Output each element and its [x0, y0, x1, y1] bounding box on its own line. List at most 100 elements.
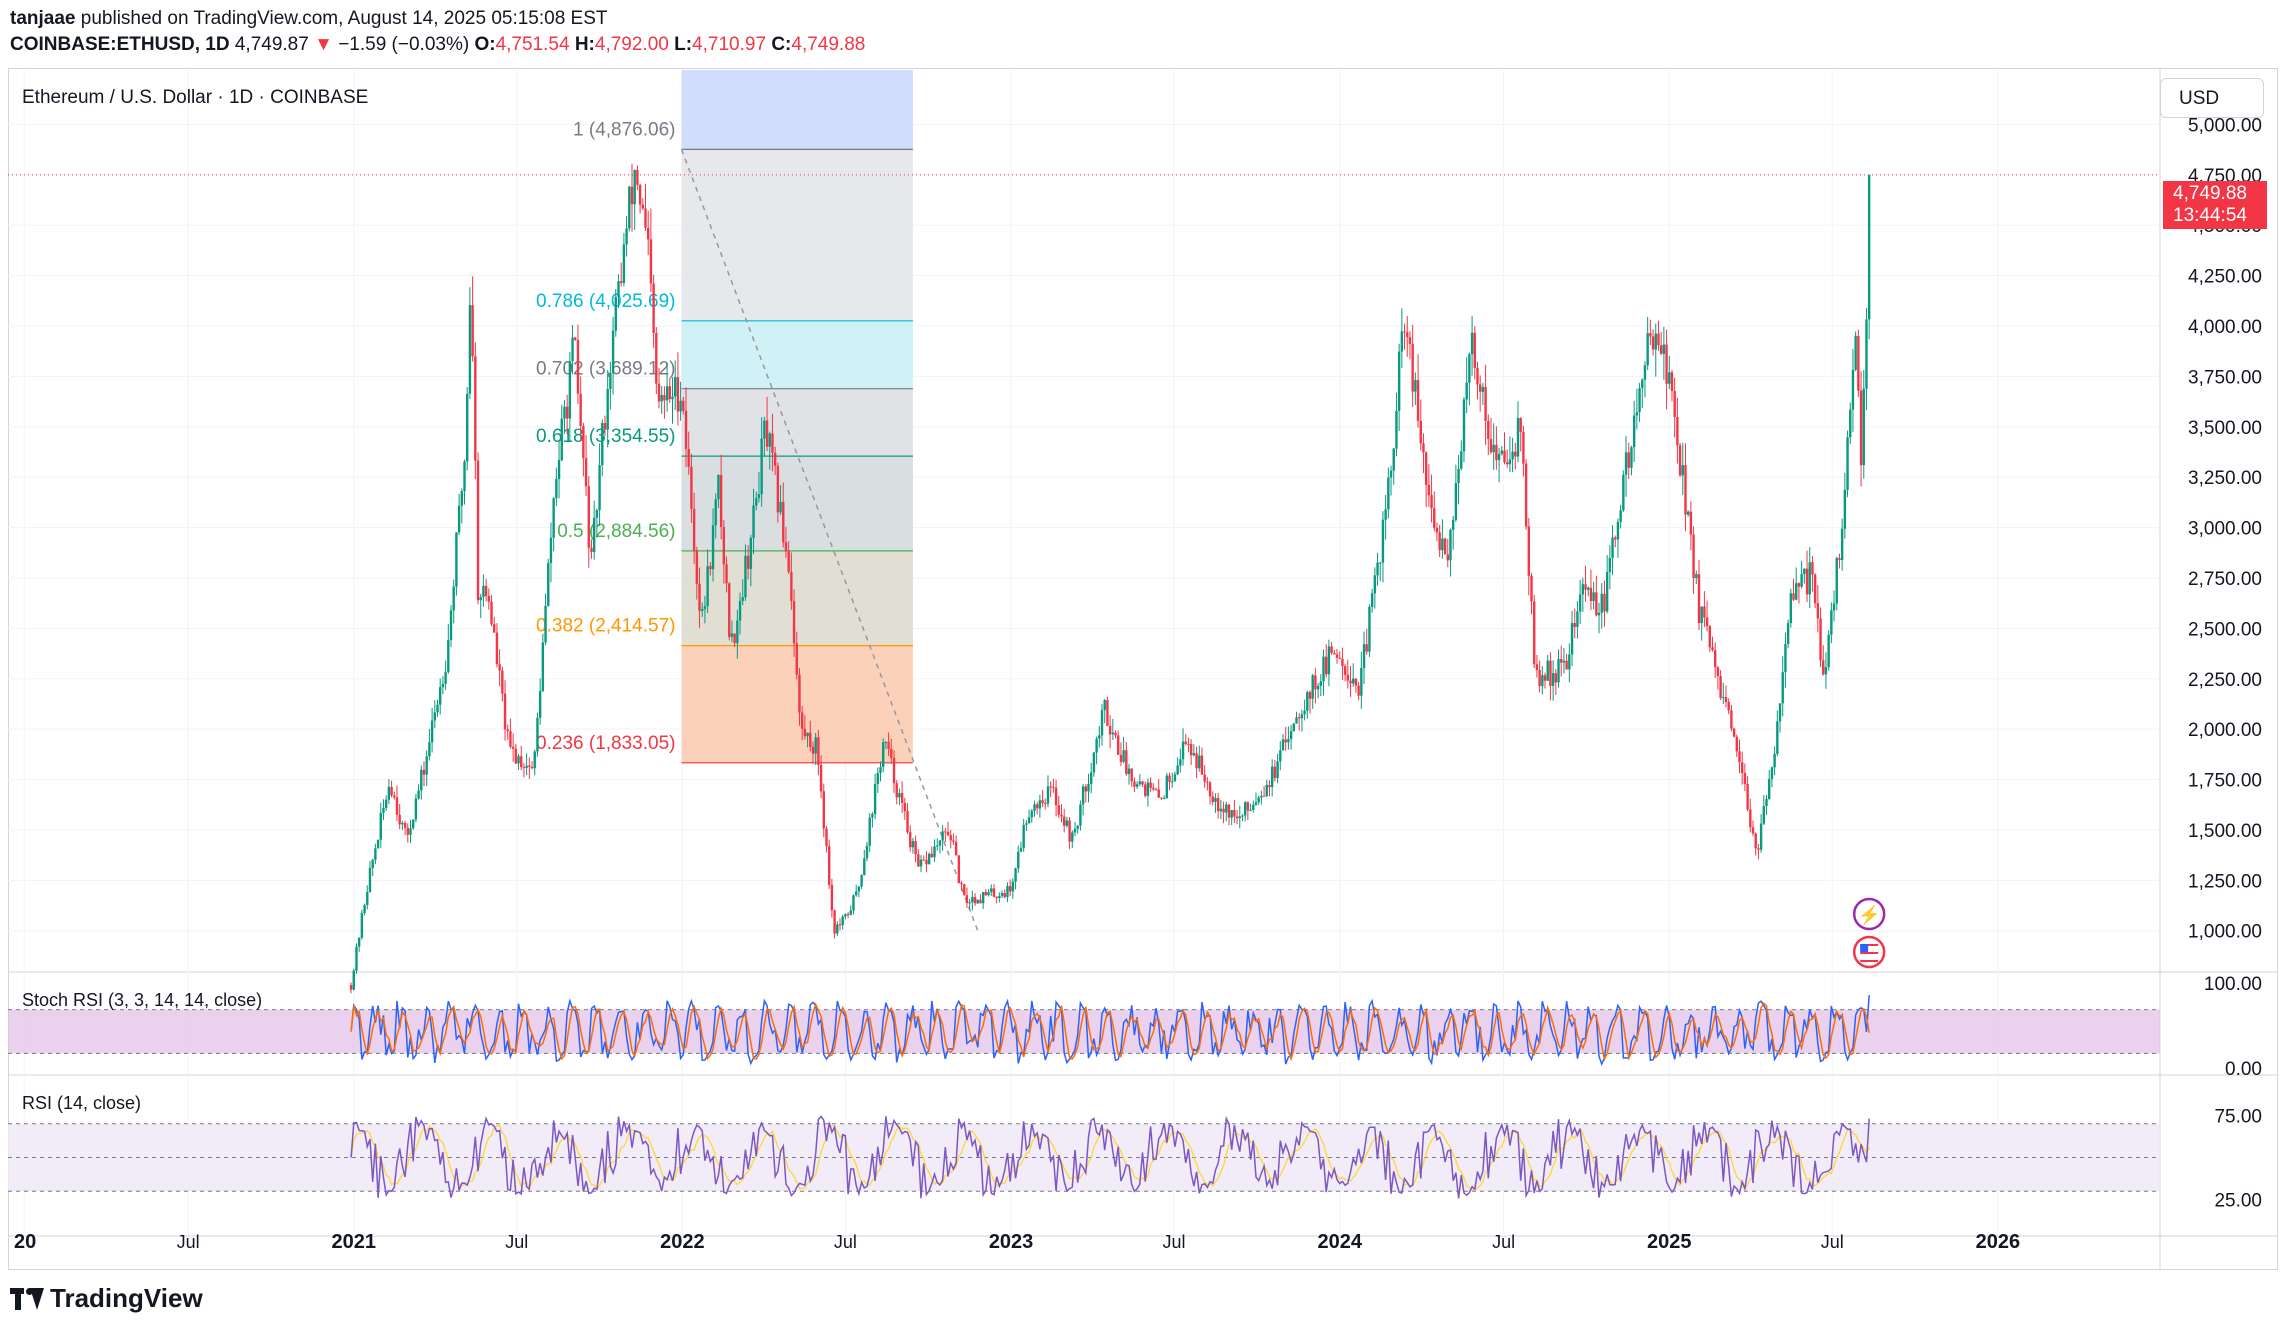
- candle-body: [1424, 452, 1428, 485]
- candle-body: [644, 208, 647, 228]
- candle-body: [1803, 568, 1806, 575]
- candle-body: [1827, 634, 1830, 667]
- candle-body: [809, 732, 812, 747]
- candle-body: [1416, 380, 1420, 421]
- candle-body: [1654, 333, 1657, 350]
- chart-canvas[interactable]: 5,000.004,750.004,500.004,250.004,000.00…: [0, 0, 2287, 1327]
- candle-body: [1619, 510, 1622, 522]
- candle-body: [1840, 528, 1844, 561]
- candle-body: [992, 888, 996, 897]
- candle-body: [1816, 603, 1820, 619]
- candle-body: [1673, 391, 1676, 417]
- candle-body: [641, 204, 644, 209]
- candle-body: [1065, 820, 1069, 826]
- candle-body: [617, 281, 620, 297]
- candle-body: [1387, 477, 1390, 510]
- candle-body: [1379, 562, 1382, 564]
- time-tick-label: 2026: [1976, 1231, 2021, 1253]
- candle-body: [444, 671, 447, 684]
- candle-body: [1849, 409, 1852, 438]
- candle-body: [733, 633, 736, 644]
- candle-body: [1357, 685, 1360, 696]
- candle-body: [439, 687, 442, 705]
- candle-body: [1352, 678, 1355, 684]
- candle-body: [1867, 174, 1871, 320]
- price-tick-label: 1,500.00: [2188, 821, 2262, 842]
- us-flag-stripe: [1860, 960, 1879, 962]
- candle-body: [1819, 618, 1822, 661]
- candle-body: [946, 831, 950, 836]
- candle-body: [1811, 562, 1814, 575]
- candle-body: [1438, 532, 1441, 551]
- candle-body: [846, 914, 850, 916]
- candle-body: [544, 605, 547, 643]
- candle-body: [536, 717, 539, 752]
- candle-body: [1500, 450, 1503, 454]
- candle-body: [1030, 810, 1033, 818]
- candle-body: [765, 420, 769, 447]
- candle-body: [1503, 450, 1506, 463]
- candle-body: [738, 600, 742, 621]
- candle-body: [541, 642, 545, 692]
- candle-body: [1465, 382, 1468, 400]
- candle-body: [1211, 796, 1214, 802]
- candle-body: [1173, 774, 1177, 782]
- candle-body: [892, 757, 896, 784]
- candle-body: [776, 465, 780, 513]
- candle-body: [622, 244, 626, 283]
- candle-body: [857, 886, 861, 892]
- candle-body: [1435, 527, 1439, 533]
- candle-body: [1797, 583, 1801, 587]
- candle-body: [1584, 584, 1587, 590]
- candle-body: [1162, 798, 1166, 800]
- candle-body: [1171, 781, 1174, 783]
- candle-body: [1846, 437, 1849, 490]
- candle-body: [1084, 786, 1088, 792]
- candle-body: [1800, 574, 1803, 587]
- candle-body: [436, 704, 439, 713]
- candle-body: [1646, 333, 1649, 366]
- candle-body: [1160, 797, 1163, 799]
- candle-body: [1392, 448, 1395, 471]
- candle-body: [1141, 781, 1144, 785]
- candle-body: [971, 896, 974, 903]
- candle-body: [1306, 692, 1309, 711]
- candle-body: [1713, 650, 1717, 668]
- currency-button[interactable]: USD: [2160, 78, 2264, 118]
- candle-body: [460, 491, 464, 506]
- candle-body: [725, 564, 728, 584]
- candle-body: [1578, 594, 1582, 612]
- candle-body: [614, 296, 617, 331]
- candle-body: [1003, 893, 1006, 898]
- candle-body: [1073, 828, 1077, 833]
- candle-body: [1219, 808, 1223, 812]
- candle-body: [957, 855, 961, 884]
- candle-body: [479, 597, 482, 601]
- candle-body: [1395, 410, 1398, 449]
- candle-body: [1249, 809, 1252, 811]
- candle-body: [684, 410, 688, 449]
- tradingview-logo[interactable]: TradingView: [10, 1283, 203, 1314]
- candle-body: [1289, 731, 1293, 740]
- stoch-tick-label: 100.00: [2204, 974, 2262, 995]
- candle-body: [371, 859, 374, 869]
- candle-body: [374, 848, 377, 860]
- candle-body: [1527, 526, 1531, 576]
- candle-body: [919, 859, 923, 867]
- candle-body: [676, 377, 680, 412]
- tradingview-logo-icon: [10, 1287, 44, 1310]
- candle-body: [698, 583, 701, 611]
- candle-body: [1011, 881, 1015, 892]
- candle-body: [1397, 351, 1401, 411]
- candle-body: [792, 601, 796, 644]
- candle-body: [1568, 654, 1571, 670]
- candle-body: [1314, 675, 1317, 690]
- candle-body: [1595, 592, 1598, 616]
- candle-body: [811, 746, 815, 754]
- candle-body: [1454, 483, 1458, 520]
- candle-body: [1414, 380, 1417, 392]
- candle-body: [379, 813, 382, 840]
- candle-body: [1446, 554, 1449, 561]
- candle-body: [484, 585, 488, 596]
- candle-body: [1300, 714, 1304, 719]
